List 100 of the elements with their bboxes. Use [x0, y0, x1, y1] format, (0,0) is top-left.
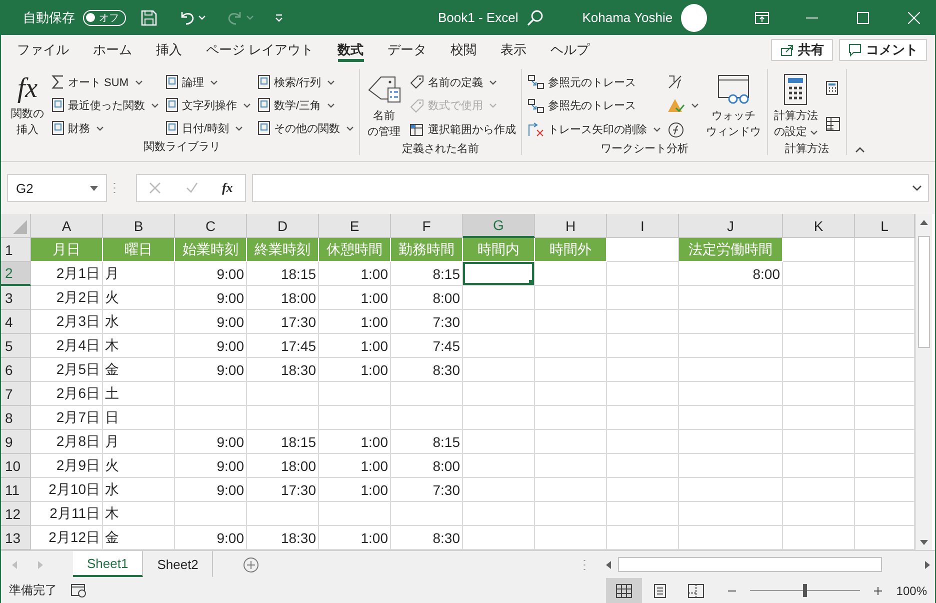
- column-header[interactable]: C: [175, 214, 247, 238]
- search-button[interactable]: [526, 8, 544, 26]
- zoom-slider-thumb[interactable]: [803, 584, 808, 597]
- menu-tab[interactable]: ファイル: [5, 35, 81, 65]
- ribbon-button[interactable]: 財務: [49, 117, 161, 139]
- row-header[interactable]: 10: [1, 454, 31, 478]
- column-header[interactable]: L: [855, 214, 915, 238]
- row-header[interactable]: 2: [1, 262, 31, 286]
- ribbon-button[interactable]: 最近使った関数: [49, 94, 161, 116]
- empty-cell: [607, 310, 679, 334]
- ribbon-button[interactable]: 名前の定義: [407, 71, 518, 94]
- column-header[interactable]: D: [247, 214, 319, 238]
- row-header[interactable]: 4: [1, 310, 31, 334]
- column-header[interactable]: I: [607, 214, 679, 238]
- empty-cell: [391, 382, 463, 406]
- zoom-level[interactable]: 100%: [896, 584, 935, 598]
- table-cell: 9:00: [175, 430, 247, 454]
- empty-cell: [463, 334, 535, 358]
- empty-cell: [463, 382, 535, 406]
- column-header[interactable]: J: [679, 214, 783, 238]
- ribbon-button[interactable]: 論理: [163, 71, 253, 93]
- row-header[interactable]: 7: [1, 382, 31, 406]
- ribbon-button[interactable]: 文字列操作: [163, 94, 253, 116]
- ribbon-button[interactable]: 参照先のトレース: [525, 94, 663, 117]
- zoom-in-button[interactable]: [874, 586, 882, 594]
- empty-cell: [175, 502, 247, 526]
- accessibility-button[interactable]: [71, 584, 87, 598]
- ribbon-button[interactable]: 日付/時刻: [163, 117, 253, 139]
- row-header[interactable]: 12: [1, 502, 31, 526]
- menu-tab[interactable]: ホーム: [81, 35, 144, 65]
- ribbon-button[interactable]: 名前 の管理: [363, 71, 405, 141]
- arrow-right-icon: [38, 560, 42, 568]
- ribbon-button[interactable]: fx 関数の 挿入: [8, 71, 47, 139]
- fill-handle[interactable]: [529, 280, 534, 285]
- ribbon-button[interactable]: 検索/行列: [255, 71, 356, 93]
- column-header[interactable]: A: [31, 214, 103, 238]
- ribbon-button[interactable]: ウォッチ ウィンドウ: [703, 71, 764, 141]
- column-header[interactable]: K: [783, 214, 855, 238]
- row-header[interactable]: 13: [1, 526, 31, 550]
- autosave-toggle[interactable]: オフ: [83, 10, 126, 26]
- ribbon-button[interactable]: 数学/三角: [255, 94, 356, 116]
- column-header[interactable]: E: [319, 214, 391, 238]
- avatar[interactable]: [680, 4, 706, 32]
- book-icon: [51, 97, 65, 113]
- book-icon: [257, 97, 271, 113]
- empty-cell: [535, 502, 607, 526]
- tag-icon: [409, 74, 425, 90]
- menu-tab[interactable]: 数式: [326, 35, 376, 65]
- sheet-tab[interactable]: Sheet2: [143, 551, 214, 577]
- new-sheet-button[interactable]: [243, 556, 260, 572]
- row-header[interactable]: 8: [1, 406, 31, 430]
- menu-tab[interactable]: データ: [376, 35, 439, 65]
- ribbon-button[interactable]: その他の関数: [255, 117, 356, 139]
- empty-cell: [783, 310, 855, 334]
- header-cell: 曜日: [103, 238, 175, 262]
- ribbon-button[interactable]: 参照元のトレース: [525, 71, 663, 94]
- row-header[interactable]: 5: [1, 334, 31, 358]
- ribbon-button[interactable]: 計算方法 の設定: [771, 71, 821, 141]
- ribbon-button[interactable]: 選択範囲から作成: [407, 118, 518, 141]
- share-button[interactable]: 共有: [771, 39, 833, 61]
- formula-input[interactable]: [252, 174, 929, 202]
- row-header[interactable]: 6: [1, 358, 31, 382]
- arrow-right-icon: [924, 560, 930, 568]
- sheet-tab[interactable]: Sheet1: [73, 551, 144, 577]
- menu-tab[interactable]: 校閲: [438, 35, 489, 65]
- row-header[interactable]: 11: [1, 478, 31, 502]
- header-cell: 終業時刻: [247, 238, 319, 262]
- view-button[interactable]: [606, 578, 642, 603]
- menu-tab[interactable]: ヘルプ: [538, 35, 602, 65]
- table-cell: 8:30: [391, 358, 463, 382]
- row-header[interactable]: 3: [1, 286, 31, 310]
- empty-cell: [463, 406, 535, 430]
- table-cell: 月: [103, 430, 175, 454]
- empty-cell: [783, 478, 855, 502]
- ribbon-button[interactable]: オート SUM: [49, 71, 161, 93]
- row-header[interactable]: 9: [1, 430, 31, 454]
- menu-tab[interactable]: 表示: [488, 35, 539, 65]
- name-box[interactable]: G2: [7, 174, 107, 202]
- collapse-ribbon-button[interactable]: [855, 147, 865, 153]
- book-icon: [165, 120, 179, 136]
- column-header[interactable]: F: [391, 214, 463, 238]
- menu-tab[interactable]: ページ レイアウト: [194, 35, 326, 65]
- scrollbar-thumb[interactable]: [918, 236, 930, 348]
- comment-button[interactable]: コメント: [839, 39, 927, 61]
- menu-tab[interactable]: 挿入: [144, 35, 194, 65]
- column-header[interactable]: G: [463, 214, 535, 238]
- column-header[interactable]: H: [535, 214, 607, 238]
- calculator-icon: [825, 80, 839, 96]
- group-label: 関数ライブラリ: [142, 140, 222, 155]
- row-header[interactable]: 1: [1, 238, 31, 262]
- page-layout-icon: [652, 584, 668, 598]
- insert-function-button[interactable]: fx: [222, 180, 233, 196]
- ribbon-button[interactable]: トレース矢印の削除: [525, 118, 663, 141]
- column-header[interactable]: B: [103, 214, 175, 238]
- close-icon: [908, 12, 920, 24]
- scrollbar-thumb[interactable]: [618, 557, 882, 572]
- empty-cell: [535, 334, 607, 358]
- book-icon: [257, 120, 271, 136]
- empty-cell: [783, 358, 855, 382]
- selected-cell[interactable]: [463, 262, 535, 286]
